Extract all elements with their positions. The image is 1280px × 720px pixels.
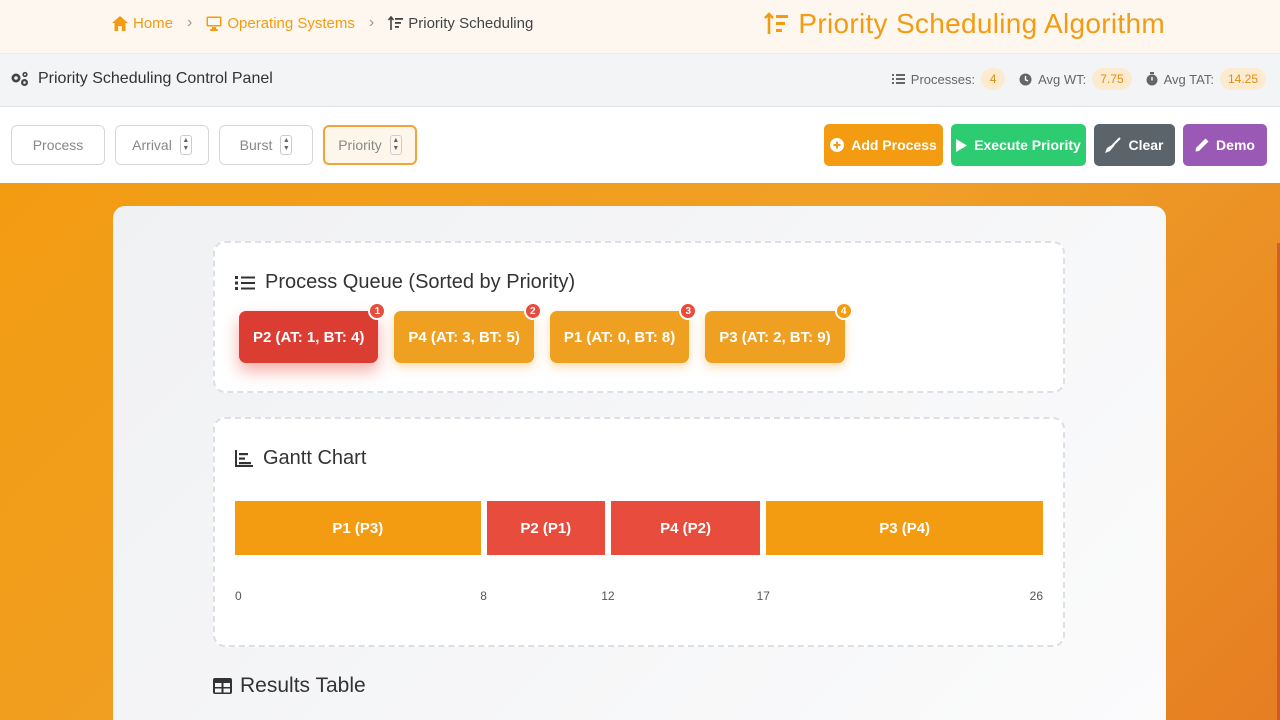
priority-rank-badge: 4: [834, 302, 853, 320]
execute-priority-button[interactable]: Execute Priority: [951, 124, 1086, 166]
queue-item: P2 (AT: 1, BT: 4) 1: [239, 302, 387, 363]
add-process-label: Add Process: [851, 137, 937, 153]
control-panel-header: Priority Scheduling Control Panel Proces…: [0, 54, 1280, 107]
avg-wt-label: Avg WT:: [1038, 71, 1087, 87]
breadcrumb: Home › Operating Systems › Priority Sche…: [112, 14, 533, 32]
gantt-bar: P1 (P3): [235, 501, 481, 555]
queue-item-label: P1 (AT: 0, BT: 8): [563, 328, 676, 346]
list-ul-icon: [235, 275, 255, 290]
burst-input[interactable]: Burst ▲ ▼: [219, 125, 313, 165]
queue-list: P2 (AT: 1, BT: 4) 1 P4 (AT: 3, BT: 5) 2 …: [239, 302, 853, 363]
stats-bar: Processes: 4 Avg WT: 7.75 Avg TAT: 14.25: [891, 68, 1266, 90]
gantt-tick-label: 12: [601, 589, 615, 603]
gantt-bars: P1 (P3) P2 (P1) P4 (P2) P3 (P4): [235, 501, 1043, 557]
chevron-right-icon: ›: [368, 14, 375, 31]
broom-icon: [1105, 137, 1122, 153]
queue-item-label: P3 (AT: 2, BT: 9): [719, 328, 831, 346]
clear-label: Clear: [1128, 137, 1164, 153]
results-title: Results Table: [213, 674, 366, 698]
plus-circle-icon: [830, 138, 845, 152]
clock-icon: [1019, 73, 1032, 85]
breadcrumb-operating-systems[interactable]: Operating Systems: [206, 15, 355, 32]
panel-title: Priority Scheduling Control Panel: [10, 70, 273, 88]
list-icon: [891, 74, 905, 84]
avg-tat-label: Avg TAT:: [1163, 71, 1214, 87]
clear-button[interactable]: Clear: [1094, 124, 1175, 166]
stat-avg-tat: Avg TAT: 14.25: [1146, 68, 1266, 90]
process-placeholder: Process: [32, 137, 84, 153]
queue-item-label: P4 (AT: 3, BT: 5): [408, 328, 520, 346]
demo-label: Demo: [1216, 137, 1255, 153]
desktop-icon: [206, 16, 222, 31]
stat-avg-wt: Avg WT: 7.75: [1019, 68, 1132, 90]
gantt-bar: P3 (P4): [766, 501, 1043, 555]
demo-button[interactable]: Demo: [1183, 124, 1267, 166]
stat-processes: Processes: 4: [891, 68, 1006, 90]
breadcrumb-home-label: Home: [133, 14, 174, 32]
panel-title-text: Priority Scheduling Control Panel: [38, 70, 273, 87]
home-icon: [112, 15, 128, 31]
queue-item: P1 (AT: 0, BT: 8) 3: [549, 302, 698, 363]
main-card: Process Queue (Sorted by Priority) P2 (A…: [113, 206, 1166, 720]
add-process-button[interactable]: Add Process: [824, 124, 943, 166]
breadcrumb-os-label: Operating Systems: [227, 14, 355, 32]
input-toolbar: Process Arrival ▲ ▼ Burst ▲ ▼ Priority ▲ ▼ …: [0, 107, 1280, 183]
priority-input[interactable]: Priority ▲ ▼: [323, 125, 417, 165]
processes-count: 4: [981, 68, 1006, 90]
arrival-stepper-icon[interactable]: ▲ ▼: [179, 135, 192, 155]
queue-item: P4 (AT: 3, BT: 5) 2: [394, 302, 542, 363]
gantt-tick-label: 17: [756, 589, 770, 603]
cogs-icon: [11, 71, 28, 86]
priority-stepper-icon[interactable]: ▲ ▼: [389, 135, 402, 155]
table-icon: [213, 678, 232, 694]
pencil-icon: [1195, 138, 1209, 152]
burst-stepper-icon[interactable]: ▲ ▼: [280, 135, 293, 155]
gantt-title: Gantt Chart: [235, 447, 366, 470]
breadcrumb-current-label: Priority Scheduling: [408, 14, 534, 32]
priority-rank-badge: 1: [368, 302, 387, 320]
gantt-time-axis: 0 8 12 17 26: [235, 589, 1043, 609]
gantt-tick-label: 26: [1029, 589, 1043, 603]
arrival-input[interactable]: Arrival ▲ ▼: [115, 125, 209, 165]
top-bar: Home › Operating Systems › Priority Sche…: [0, 0, 1280, 54]
sort-icon: [388, 15, 404, 30]
avg-wt-value: 7.75: [1092, 68, 1132, 90]
priority-rank-badge: 2: [523, 302, 542, 320]
process-input[interactable]: Process: [11, 125, 105, 165]
chart-bar-icon: [235, 450, 253, 467]
processes-label: Processes:: [910, 71, 976, 87]
priority-placeholder: Priority: [338, 137, 382, 153]
avg-tat-value: 14.25: [1219, 68, 1266, 90]
burst-placeholder: Burst: [239, 137, 273, 153]
chevron-right-icon: ›: [187, 14, 193, 31]
sort-amount-icon: [764, 12, 789, 34]
page-title: Priority Scheduling Algorithm: [798, 8, 1165, 39]
gantt-bar: P2 (P1): [486, 501, 605, 555]
queue-title: Process Queue (Sorted by Priority): [235, 271, 575, 294]
process-queue-section: Process Queue (Sorted by Priority) P2 (A…: [213, 241, 1065, 393]
queue-item: P3 (AT: 2, BT: 9) 4: [705, 302, 853, 363]
gantt-bar: P4 (P2): [610, 501, 761, 555]
gantt-tick-label: 8: [480, 589, 487, 603]
results-title-text: Results Table: [240, 674, 366, 697]
breadcrumb-current: Priority Scheduling: [388, 15, 533, 32]
breadcrumb-home[interactable]: Home: [112, 15, 173, 32]
queue-title-text: Process Queue (Sorted by Priority): [265, 271, 576, 293]
play-icon: [956, 138, 968, 152]
stopwatch-icon: [1146, 72, 1158, 86]
gantt-title-text: Gantt Chart: [263, 447, 367, 469]
arrival-placeholder: Arrival: [132, 137, 172, 153]
priority-rank-badge: 3: [679, 302, 698, 320]
execute-priority-label: Execute Priority: [974, 137, 1081, 153]
gantt-tick-label: 0: [235, 589, 242, 603]
gantt-chart-section: Gantt Chart P1 (P3) P2 (P1) P4 (P2) P3 (P4)…: [213, 417, 1065, 647]
queue-item-label: P2 (AT: 1, BT: 4): [253, 328, 365, 346]
app-title: Priority Scheduling Algorithm: [764, 8, 1165, 40]
